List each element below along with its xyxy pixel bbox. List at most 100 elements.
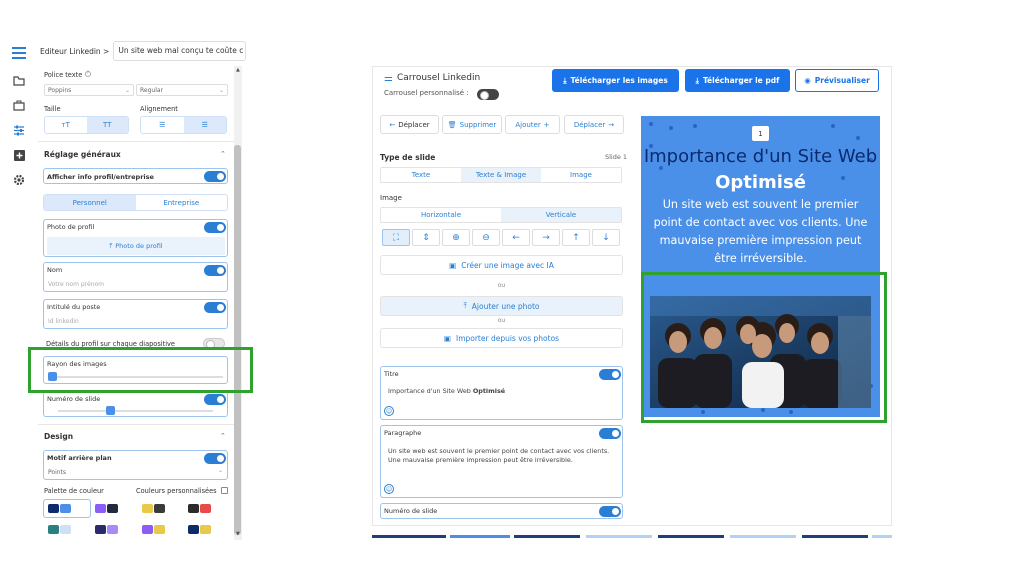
scroll-up-arrow[interactable]: ▲ bbox=[236, 67, 240, 73]
download-images-button[interactable]: ⤓ Télécharger les images bbox=[552, 69, 679, 92]
move-left-button[interactable]: ← Déplacer bbox=[380, 115, 439, 134]
emoji-icon[interactable]: ☺ bbox=[384, 406, 394, 416]
fit-icon[interactable]: ⛶ bbox=[382, 229, 410, 246]
show-profile-toggle[interactable] bbox=[204, 171, 226, 182]
tab-texte-image[interactable]: Texte & Image bbox=[461, 168, 541, 182]
preview-button[interactable]: ◉ Prévisualiser bbox=[795, 69, 879, 92]
arrow-left-icon[interactable]: ← bbox=[502, 229, 530, 246]
move-right-button[interactable]: Déplacer → bbox=[564, 115, 624, 134]
palette-option[interactable] bbox=[142, 525, 180, 535]
delete-button[interactable]: 🗑︎ Supprimer bbox=[442, 115, 502, 134]
scroll-down-arrow[interactable]: ▼ bbox=[236, 531, 240, 537]
palette-option[interactable] bbox=[142, 504, 180, 514]
thumbnail-strip-3[interactable] bbox=[514, 535, 580, 538]
design-header[interactable]: Design bbox=[44, 432, 73, 441]
thumbnail-strip-8[interactable] bbox=[872, 535, 892, 538]
palette-option[interactable] bbox=[48, 525, 86, 535]
motif-select[interactable]: Points bbox=[48, 469, 66, 476]
arrow-up-icon[interactable]: ↑ bbox=[562, 229, 590, 246]
general-settings-header[interactable]: Réglage généraux bbox=[44, 150, 121, 159]
palette-swatch bbox=[95, 525, 106, 534]
numero-track bbox=[58, 410, 213, 412]
image-tools: ⛶ ⇕ ⊕ ⊖ ← → ↑ ↓ bbox=[382, 229, 620, 246]
info-icon[interactable]: ? bbox=[85, 71, 91, 77]
tab-image[interactable]: Image bbox=[541, 168, 621, 182]
size-toggle[interactable]: ᴛT TT bbox=[44, 116, 129, 134]
tab-verticale[interactable]: Verticale bbox=[501, 208, 621, 222]
font-select[interactable]: Poppins ⌄ bbox=[44, 84, 134, 96]
thumbnail-strip-6[interactable] bbox=[730, 535, 796, 538]
emoji-icon[interactable]: ☺ bbox=[384, 484, 394, 494]
chevron-up-icon[interactable]: ⌃ bbox=[220, 150, 226, 158]
profile-type-toggle[interactable]: Personnel Entreprise bbox=[43, 194, 228, 211]
arrow-down-icon[interactable]: ↓ bbox=[592, 229, 620, 246]
numero-slider[interactable] bbox=[106, 406, 116, 415]
size-small-button[interactable]: ᴛT bbox=[45, 117, 87, 133]
download-pdf-button[interactable]: ⤓ Télécharger le pdf bbox=[685, 69, 790, 92]
titre-input[interactable]: Importance d'un Site Web Optimisé bbox=[388, 387, 505, 396]
sliders-icon[interactable] bbox=[12, 123, 26, 137]
thumbnail-strip-4[interactable] bbox=[586, 535, 652, 538]
weight-select[interactable]: Regular ⌄ bbox=[136, 84, 228, 96]
paragraphe-toggle[interactable] bbox=[599, 428, 621, 439]
thumbnail-strip-5[interactable] bbox=[658, 535, 724, 538]
image-label: Image bbox=[380, 194, 402, 202]
folder-icon[interactable] bbox=[12, 74, 26, 88]
plus-square-icon[interactable] bbox=[12, 148, 26, 162]
nom-toggle[interactable] bbox=[204, 265, 226, 276]
align-left-icon[interactable]: ☰ bbox=[141, 117, 184, 133]
download-images-label: Télécharger les images bbox=[570, 76, 668, 85]
paragraphe-input[interactable]: Un site web est souvent le premier point… bbox=[388, 447, 613, 465]
palette-swatch bbox=[60, 525, 71, 534]
menu-icon[interactable] bbox=[12, 46, 26, 60]
poste-toggle[interactable] bbox=[204, 302, 226, 313]
size-large-button[interactable]: TT bbox=[86, 117, 128, 133]
custom-colors-checkbox[interactable] bbox=[221, 487, 228, 494]
palette-option[interactable] bbox=[188, 504, 226, 514]
add-button[interactable]: Ajouter + bbox=[505, 115, 560, 134]
create-ai-button[interactable]: ▣ Créer une image avec IA bbox=[380, 255, 623, 275]
arrow-right-icon[interactable]: → bbox=[532, 229, 560, 246]
photo-profil-card: Photo de profil ⤒ Photo de profil bbox=[43, 219, 228, 257]
palette-option[interactable] bbox=[48, 504, 86, 514]
titre-toggle[interactable] bbox=[599, 369, 621, 380]
nom-input[interactable]: Votre nom prénom bbox=[48, 281, 104, 288]
palette-option[interactable] bbox=[95, 525, 133, 535]
briefcase-icon[interactable] bbox=[12, 98, 26, 112]
custom-toggle[interactable] bbox=[477, 89, 499, 100]
thumbnail-strip-1[interactable] bbox=[372, 535, 446, 538]
carousel-title-input[interactable]: Un site web mal conçu te coûte c bbox=[113, 41, 247, 61]
personnel-tab[interactable]: Personnel bbox=[44, 195, 136, 210]
palette-option[interactable] bbox=[95, 504, 133, 514]
tab-texte[interactable]: Texte bbox=[381, 168, 461, 182]
breadcrumb-label[interactable]: Editeur Linkedin > bbox=[40, 47, 109, 56]
sidebar-scroll-thumb[interactable] bbox=[234, 145, 241, 535]
photo-profil-upload-button[interactable]: ⤒ Photo de profil bbox=[47, 237, 225, 255]
photo-profil-toggle[interactable] bbox=[204, 222, 226, 233]
poste-label: Intitulé du poste bbox=[47, 303, 101, 311]
thumbnail-strip-2[interactable] bbox=[450, 535, 510, 538]
numero-slide-toggle[interactable] bbox=[599, 506, 621, 517]
slide-type-tabs[interactable]: Texte Texte & Image Image bbox=[380, 167, 622, 183]
numero-toggle[interactable] bbox=[204, 394, 226, 405]
chevron-up-icon[interactable]: ⌃ bbox=[220, 432, 226, 440]
tab-horizontale[interactable]: Horizontale bbox=[381, 208, 501, 222]
breadcrumb: Editeur Linkedin > Un site web mal conçu… bbox=[40, 40, 247, 62]
poste-input[interactable]: Id linkedin bbox=[48, 318, 79, 325]
thumbnail-strip-7[interactable] bbox=[802, 535, 868, 538]
zoom-out-icon[interactable]: ⊖ bbox=[472, 229, 500, 246]
gear-icon[interactable] bbox=[12, 173, 26, 187]
import-photos-button[interactable]: ▣ Importer depuis vos photos bbox=[380, 328, 623, 348]
motif-toggle[interactable] bbox=[204, 453, 226, 464]
entreprise-tab[interactable]: Entreprise bbox=[136, 195, 228, 210]
palette-option[interactable] bbox=[188, 525, 226, 535]
center-vertical-icon[interactable]: ⇕ bbox=[412, 229, 440, 246]
zoom-in-icon[interactable]: ⊕ bbox=[442, 229, 470, 246]
add-photo-button[interactable]: ⤒ Ajouter une photo bbox=[380, 296, 623, 316]
photo-profil-label: Photo de profil bbox=[47, 223, 95, 231]
orientation-tabs[interactable]: Horizontale Verticale bbox=[380, 207, 622, 223]
palette-swatch bbox=[48, 525, 59, 534]
palette-swatch bbox=[154, 525, 165, 534]
align-center-icon[interactable]: ☰ bbox=[183, 117, 226, 133]
align-toggle[interactable]: ☰ ☰ bbox=[140, 116, 227, 134]
